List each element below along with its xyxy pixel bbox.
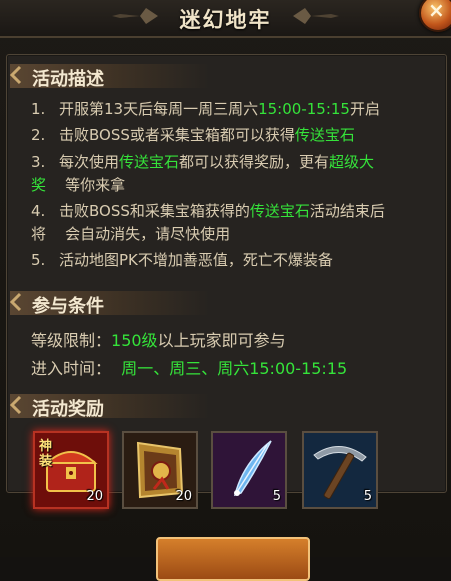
highlight-text: 传送宝石 xyxy=(119,153,180,171)
level-value: 150级 xyxy=(111,331,158,350)
window-title: 迷幻地牢 xyxy=(179,8,272,32)
time-value: 周一、周三、周六15:00-15:15 xyxy=(121,359,348,378)
description-line: 2. 击败BOSS或者采集宝箱都可以获得传送宝石 xyxy=(31,124,355,145)
section-hook-icon xyxy=(9,292,22,312)
highlight-text: 传送宝石 xyxy=(294,126,355,144)
line-text: 将 会自动消失，请尽快使用 xyxy=(31,225,231,243)
time-label: 进入时间： xyxy=(31,359,112,378)
section-hook-icon xyxy=(9,395,22,415)
reward-slot-3[interactable]: 5 xyxy=(211,431,287,509)
enter-button[interactable] xyxy=(156,537,310,581)
line-text: 开启 xyxy=(349,100,380,118)
reward-slot-1[interactable]: 神装 20 xyxy=(33,431,109,509)
line-text: 等你来拿 xyxy=(46,176,126,194)
line-text: 击败BOSS或者采集宝箱都可以获得 xyxy=(59,126,295,144)
highlight-text: 奖 xyxy=(31,176,47,194)
reward-slot-4[interactable]: 5 xyxy=(302,431,378,509)
line-text: 击败BOSS和采集宝箱获得的 xyxy=(59,202,250,220)
title-bar: 迷幻地牢 × xyxy=(0,0,451,38)
close-icon: × xyxy=(428,0,445,22)
line-number: 3. xyxy=(31,153,46,171)
dungeon-event-window: 迷幻地牢 × 活动描述 1. 开服第13天后每周一周三周六15:00-15:15开… xyxy=(0,0,451,581)
divine-badge: 神装 xyxy=(39,439,53,469)
line-text: 每次使用 xyxy=(59,153,120,171)
highlight-text: 传送宝石 xyxy=(249,202,310,220)
line-number: 2. xyxy=(31,126,46,144)
reward-slot-2[interactable]: 20 xyxy=(122,431,198,509)
line-number: 5. xyxy=(31,251,46,269)
title-ornament-right-icon xyxy=(293,8,339,24)
level-label: 等级限制： xyxy=(31,331,112,350)
reward-count: 5 xyxy=(363,489,372,504)
level-requirement: 等级限制：150级以上玩家即可参与 xyxy=(31,327,286,351)
section-description-title: 活动描述 xyxy=(32,69,104,90)
content-panel xyxy=(6,54,447,493)
section-rewards-title: 活动奖励 xyxy=(32,399,104,420)
line-text: 活动结束后 xyxy=(309,202,385,220)
description-line: 4. 击败BOSS和采集宝箱获得的传送宝石活动结束后 xyxy=(31,200,385,221)
reward-count: 20 xyxy=(86,489,103,504)
description-line: 将 会自动消失，请尽快使用 xyxy=(31,223,230,244)
reward-count: 20 xyxy=(175,489,192,504)
level-suffix: 以上玩家即可参与 xyxy=(157,331,286,350)
line-text: 都可以获得奖励，更有 xyxy=(179,153,330,171)
line-number: 4. xyxy=(31,202,46,220)
section-conditions-title: 参与条件 xyxy=(32,296,104,317)
description-line: 1. 开服第13天后每周一周三周六15:00-15:15开启 xyxy=(31,98,380,119)
section-hook-icon xyxy=(9,65,22,85)
line-text: 开服第13天后每周一周三周六 xyxy=(59,100,259,118)
line-text: 活动地图PK不增加善恶值，死亡不爆装备 xyxy=(59,251,333,269)
entry-time: 进入时间： 周一、周三、周六15:00-15:15 xyxy=(31,355,347,379)
reward-count: 5 xyxy=(272,489,281,504)
description-line: 5. 活动地图PK不增加善恶值，死亡不爆装备 xyxy=(31,249,333,270)
description-line: 3. 每次使用传送宝石都可以获得奖励，更有超级大 xyxy=(31,151,374,172)
highlight-text: 15:00-15:15 xyxy=(258,100,350,118)
description-line: 奖 等你来拿 xyxy=(31,174,125,195)
line-number: 1. xyxy=(31,100,46,118)
highlight-text: 超级大 xyxy=(329,153,375,171)
